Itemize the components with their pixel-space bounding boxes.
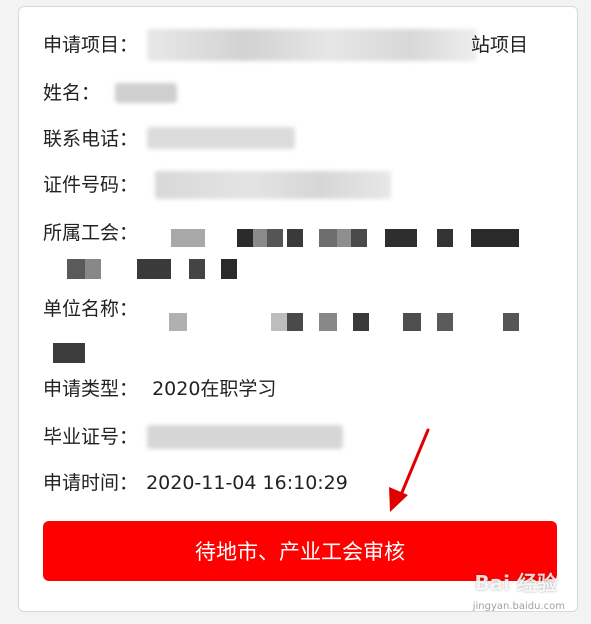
id-value-redacted bbox=[155, 171, 391, 199]
project-value-redacted bbox=[147, 29, 477, 61]
type-value: 2020在职学习 bbox=[152, 378, 277, 400]
watermark-logo: Bai 经验 bbox=[474, 571, 557, 595]
type-label: 申请类型： bbox=[43, 378, 139, 400]
time-label: 申请时间： bbox=[43, 472, 139, 494]
phone-row: 联系电话： bbox=[43, 127, 557, 151]
watermark-url: jingyan.baidu.com bbox=[472, 601, 565, 612]
project-suffix-row: 站项目 bbox=[471, 33, 528, 57]
phone-label: 联系电话： bbox=[43, 128, 139, 150]
application-detail-card: 申请项目： 站项目 姓名： 联系电话： 证件号码： 所属工会： 单位名称： 申请… bbox=[18, 6, 578, 612]
union-label: 所属工会： bbox=[43, 222, 139, 244]
name-label: 姓名： bbox=[43, 82, 101, 104]
phone-value-redacted bbox=[147, 127, 295, 149]
project-suffix: 站项目 bbox=[471, 34, 529, 56]
employer-label: 单位名称： bbox=[43, 298, 139, 320]
time-row: 申请时间： 2020-11-04 16:10:29 bbox=[43, 471, 557, 495]
type-row: 申请类型： 2020在职学习 bbox=[43, 377, 557, 401]
project-label: 申请项目： bbox=[43, 34, 139, 56]
id-label: 证件号码： bbox=[43, 174, 139, 196]
cert-value-redacted bbox=[147, 425, 343, 449]
time-value: 2020-11-04 16:10:29 bbox=[146, 472, 348, 494]
name-value-redacted bbox=[115, 83, 177, 103]
cert-label: 毕业证号： bbox=[43, 426, 139, 448]
